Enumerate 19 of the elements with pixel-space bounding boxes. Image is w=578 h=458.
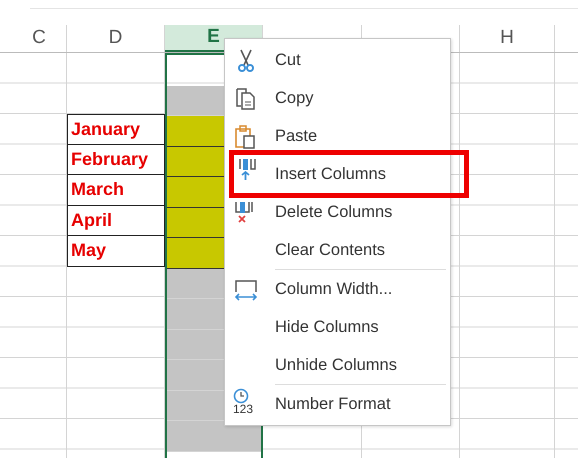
menu-item[interactable]: Hide Columns xyxy=(225,308,450,346)
menu-item[interactable]: Clear Contents xyxy=(225,231,450,269)
icon-label: 123 xyxy=(233,403,254,415)
table-cell: February xyxy=(67,144,165,175)
table-cell: May xyxy=(67,236,165,266)
table-cell: January xyxy=(67,114,165,144)
column-header[interactable]: C xyxy=(12,25,67,52)
column-width-icon xyxy=(233,278,259,302)
menu-item[interactable]: Copy xyxy=(225,79,450,117)
clock-icon xyxy=(233,387,251,405)
menu-item[interactable]: 123 Number Format xyxy=(225,385,450,423)
menu-item[interactable]: Unhide Columns xyxy=(225,346,450,384)
menu-item[interactable]: Column Width... xyxy=(225,270,450,308)
menu-item[interactable]: Insert Columns xyxy=(229,150,469,198)
table-cell: April xyxy=(67,206,165,236)
menu-item[interactable]: Paste xyxy=(225,117,450,150)
column-header[interactable]: H xyxy=(460,25,555,52)
menu-item[interactable]: Delete Columns xyxy=(225,198,450,231)
table-cell: March xyxy=(67,175,165,206)
